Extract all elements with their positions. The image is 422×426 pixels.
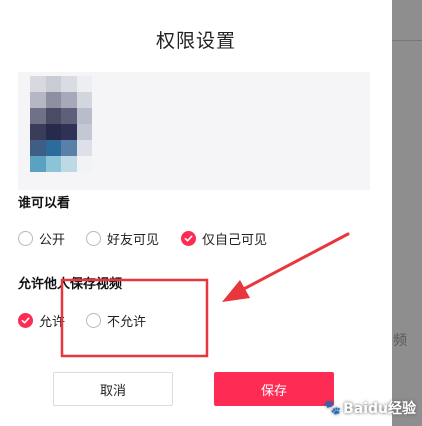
watermark: 🐾 Baidu经验	[324, 398, 416, 418]
option-friends[interactable]: 好友可见	[86, 229, 159, 248]
radio-icon[interactable]	[18, 231, 33, 246]
radio-checked-icon[interactable]	[18, 313, 33, 328]
option-allow[interactable]: 允许	[18, 311, 65, 330]
permission-dialog: 权限设置 谁可以看 公开 好友可见 仅自己可见 允许他人保存视频 允许 不允许 …	[0, 0, 392, 426]
watermark-text: Baidu经验	[343, 401, 416, 417]
option-private-label: 仅自己可见	[202, 233, 268, 248]
save-permission-label: 允许他人保存视频	[18, 277, 123, 292]
paw-icon: 🐾	[323, 400, 342, 416]
radio-checked-icon[interactable]	[181, 231, 196, 246]
radio-icon[interactable]	[86, 231, 101, 246]
check-icon	[184, 235, 193, 242]
check-icon	[21, 317, 30, 324]
backdrop-text: 频	[393, 333, 407, 349]
cancel-button[interactable]: 取消	[53, 372, 173, 406]
dialog-title: 权限设置	[155, 30, 236, 52]
option-public[interactable]: 公开	[18, 229, 65, 248]
option-private[interactable]: 仅自己可见	[181, 229, 267, 248]
option-public-label: 公开	[39, 233, 66, 248]
video-thumbnail	[30, 76, 92, 172]
option-friends-label: 好友可见	[107, 233, 160, 248]
option-allow-label: 允许	[39, 315, 66, 330]
radio-icon[interactable]	[86, 313, 101, 328]
backdrop-panel	[392, 0, 422, 426]
option-disallow-label: 不允许	[107, 315, 147, 330]
save-button[interactable]: 保存	[214, 372, 334, 406]
backdrop-divider	[392, 40, 422, 41]
video-preview	[18, 72, 370, 190]
option-disallow[interactable]: 不允许	[86, 311, 146, 330]
visibility-label: 谁可以看	[18, 196, 71, 211]
